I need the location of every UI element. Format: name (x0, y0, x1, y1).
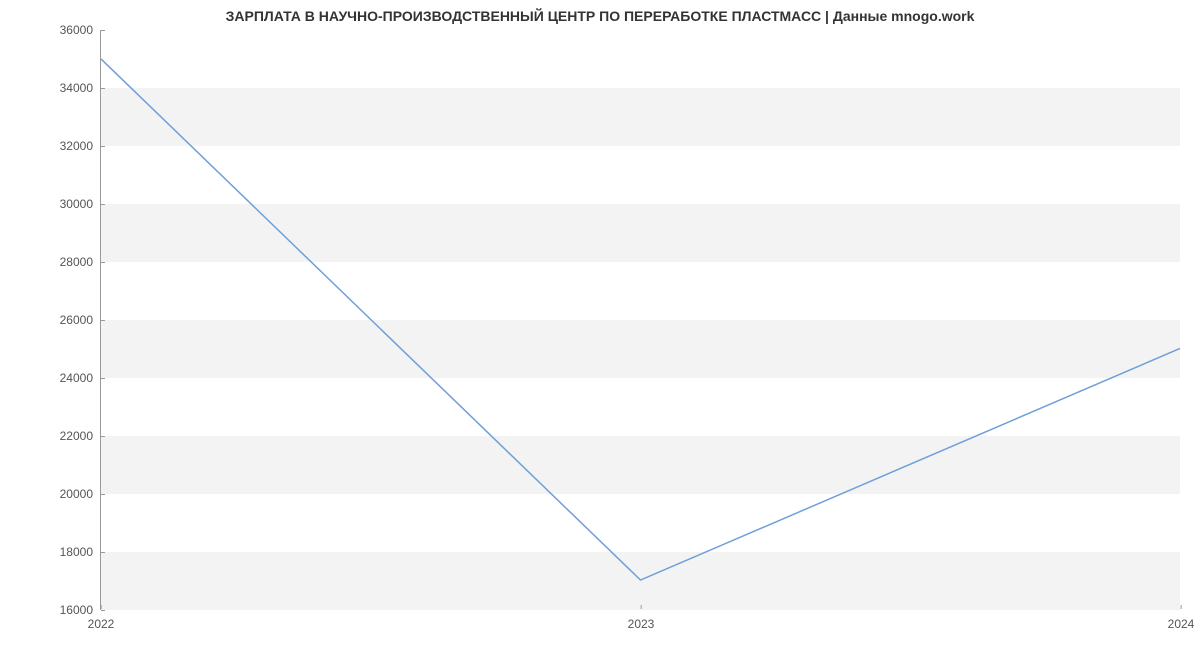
y-tick: 34000 (60, 81, 101, 95)
y-tick: 28000 (60, 255, 101, 269)
x-tick: 2022 (88, 609, 115, 631)
y-tick: 36000 (60, 23, 101, 37)
x-tick: 2023 (628, 609, 655, 631)
y-tick: 26000 (60, 313, 101, 327)
y-tick: 18000 (60, 545, 101, 559)
line-layer (101, 30, 1180, 609)
chart-title: ЗАРПЛАТА В НАУЧНО-ПРОИЗВОДСТВЕННЫЙ ЦЕНТР… (0, 8, 1200, 24)
chart-container: ЗАРПЛАТА В НАУЧНО-ПРОИЗВОДСТВЕННЫЙ ЦЕНТР… (0, 0, 1200, 650)
plot-area: 1600018000200002200024000260002800030000… (100, 30, 1180, 610)
y-tick: 20000 (60, 487, 101, 501)
y-tick: 30000 (60, 197, 101, 211)
x-tick: 2024 (1168, 609, 1195, 631)
y-tick: 22000 (60, 429, 101, 443)
series-line (101, 59, 1180, 580)
y-tick: 24000 (60, 371, 101, 385)
y-tick: 32000 (60, 139, 101, 153)
